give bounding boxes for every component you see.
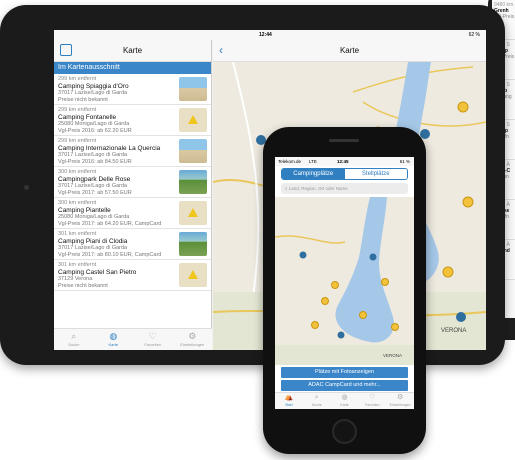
- map-label-verona: VERONA: [383, 353, 402, 358]
- list-item[interactable]: 299 km entfernt Camping Internazionale La…: [54, 136, 211, 167]
- heart-icon: ♡: [148, 331, 157, 341]
- tab-favorites[interactable]: ♡ Favoriten: [358, 393, 386, 409]
- phone-status-bar: Telekom.de LTE 12:45 61 %: [275, 157, 414, 166]
- campsite-photo: [179, 170, 207, 194]
- price-text: Vgl-Preis 2017: ab 64.20 EUR, CampCard: [58, 220, 162, 227]
- campcard-button[interactable]: ADAC CampCard und mehr...: [281, 380, 408, 391]
- list-item[interactable]: 301 km entfernt Camping Castel San Pietro…: [54, 260, 211, 291]
- campsite-name: Camping Spiaggia d'Oro: [58, 82, 129, 90]
- list-nav-bar: Karte: [54, 40, 211, 62]
- map-nav-bar: ‹ Karte: [213, 40, 486, 62]
- campsite-name: Camping Fontanelle: [58, 113, 117, 121]
- tent-placeholder-icon: [179, 263, 207, 287]
- campsite-photo: [179, 232, 207, 256]
- phone-tab-bar: ⛺ Start ⌕ Suche ◍ Karte ♡ Favoriten ⚙ Einstel…: [275, 392, 414, 409]
- phone-map[interactable]: VERONA: [275, 197, 414, 365]
- price-text: Vgl-Preis 2017: ab 57.50 EUR: [58, 189, 132, 196]
- campsite-list: 299 km entfernt Camping Spiaggia d'Oro 370…: [54, 74, 211, 291]
- campsite-name: Campingpark Delle Rose: [58, 175, 131, 183]
- tab-map[interactable]: ◍ Karte: [94, 329, 134, 350]
- tent-icon: [188, 115, 198, 124]
- price-text: Vgl-Preis 2017: ab 80.10 EUR, CampCard: [58, 251, 162, 258]
- campsite-name: Camping Castel San Pietro: [58, 268, 137, 276]
- status-time: 12:44: [259, 32, 272, 38]
- phone-speaker: [329, 139, 359, 142]
- campsite-name: Camping Piani di Clodia: [58, 237, 128, 245]
- status-carrier: Telekom.de: [278, 159, 302, 164]
- search-icon: ⌕: [71, 331, 77, 341]
- campsite-photo: [179, 77, 207, 101]
- tent-placeholder-icon: [179, 201, 207, 225]
- tablet-tab-bar: ⌕ Suche ◍ Karte ♡ Favoriten ⚙ Einstellungen: [54, 328, 212, 350]
- search-input[interactable]: ⌕ Land, Region, Ort oder Name: [281, 183, 408, 194]
- list-item[interactable]: 300 km entfernt Campingpark Delle Rose 370…: [54, 167, 211, 198]
- list-item[interactable]: 299 km entfernt Camping Fontanelle 25080 M…: [54, 105, 211, 136]
- phone-frame: Telekom.de LTE 12:45 61 % Campingplätze …: [263, 127, 426, 454]
- campsite-list-pane: Karte Im Kartenausschnitt 299 km entfern…: [54, 40, 212, 350]
- list-item[interactable]: 299 km entfernt Camping Spiaggia d'Oro 370…: [54, 74, 211, 105]
- photo-listings-button[interactable]: Plätze mit Fotoanzeigen: [281, 367, 408, 378]
- tent-icon: [188, 270, 198, 279]
- price-text: Vgl-Preis 2016: ab 84.50 EUR: [58, 158, 132, 165]
- tablet-camera: [24, 185, 29, 190]
- status-battery: 62 %: [468, 32, 480, 38]
- gear-icon: ⚙: [188, 331, 197, 341]
- tent-placeholder-icon: [179, 108, 207, 132]
- list-item[interactable]: 300 km entfernt Camping Piantelle 25080 Mo…: [54, 198, 211, 229]
- heart-icon: ♡: [369, 394, 376, 401]
- campsite-name: Camping Piantelle: [58, 206, 111, 214]
- tab-settings[interactable]: ⚙ Einstellungen: [173, 329, 213, 350]
- segment-campsites[interactable]: Campingplätze: [282, 169, 345, 179]
- price-text: Vgl-Preis 2016: ab 62.20 EUR: [58, 127, 132, 134]
- product-showcase: 9480 km entferntGrenhVgl-Preis 9300 SCam…: [0, 0, 515, 460]
- price-text: Preise nicht bekannt: [58, 282, 108, 289]
- tent-icon: [188, 208, 198, 217]
- phone-screen: Telekom.de LTE 12:45 61 % Campingplätze …: [275, 157, 414, 409]
- list-nav-title: Karte: [122, 46, 143, 55]
- price-text: Preise nicht bekannt: [58, 96, 108, 103]
- gear-icon: ⚙: [396, 394, 404, 401]
- tab-settings[interactable]: ⚙ Einstellungen: [386, 393, 414, 409]
- tab-search[interactable]: ⌕ Suche: [303, 393, 331, 409]
- tab-search[interactable]: ⌕ Suche: [54, 329, 94, 350]
- tab-map[interactable]: ◍ Karte: [331, 393, 359, 409]
- tablet-status-bar: 12:44 62 %: [54, 30, 486, 40]
- tab-favorites[interactable]: ♡ Favoriten: [133, 329, 173, 350]
- search-icon: ⌕: [314, 394, 319, 401]
- campsite-photo: [179, 139, 207, 163]
- status-battery: 61 %: [399, 159, 410, 164]
- tab-start[interactable]: ⛺ Start: [275, 393, 303, 409]
- tent-icon: ⛺: [284, 394, 294, 401]
- status-network: LTE: [309, 159, 317, 164]
- globe-icon: ◍: [341, 394, 348, 401]
- list-item[interactable]: 301 km entfernt Camping Piani di Clodia 37…: [54, 229, 211, 260]
- status-time: 12:45: [337, 159, 349, 164]
- segment-pitches[interactable]: Stellplätze: [344, 169, 407, 179]
- campsite-name: Camping Internazionale La Quercia: [58, 144, 161, 152]
- tablet-frame: 12:44 62 % Karte Im Kartenausschnitt 299…: [0, 5, 505, 365]
- type-segmented-control: Campingplätze Stellplätze: [281, 168, 408, 180]
- map-nav-title: Karte: [339, 46, 360, 55]
- list-section-header: Im Kartenausschnitt: [54, 62, 211, 74]
- map-label-verona: VERONA: [441, 328, 466, 334]
- globe-icon: ◍: [109, 331, 118, 341]
- home-button[interactable]: [332, 419, 357, 444]
